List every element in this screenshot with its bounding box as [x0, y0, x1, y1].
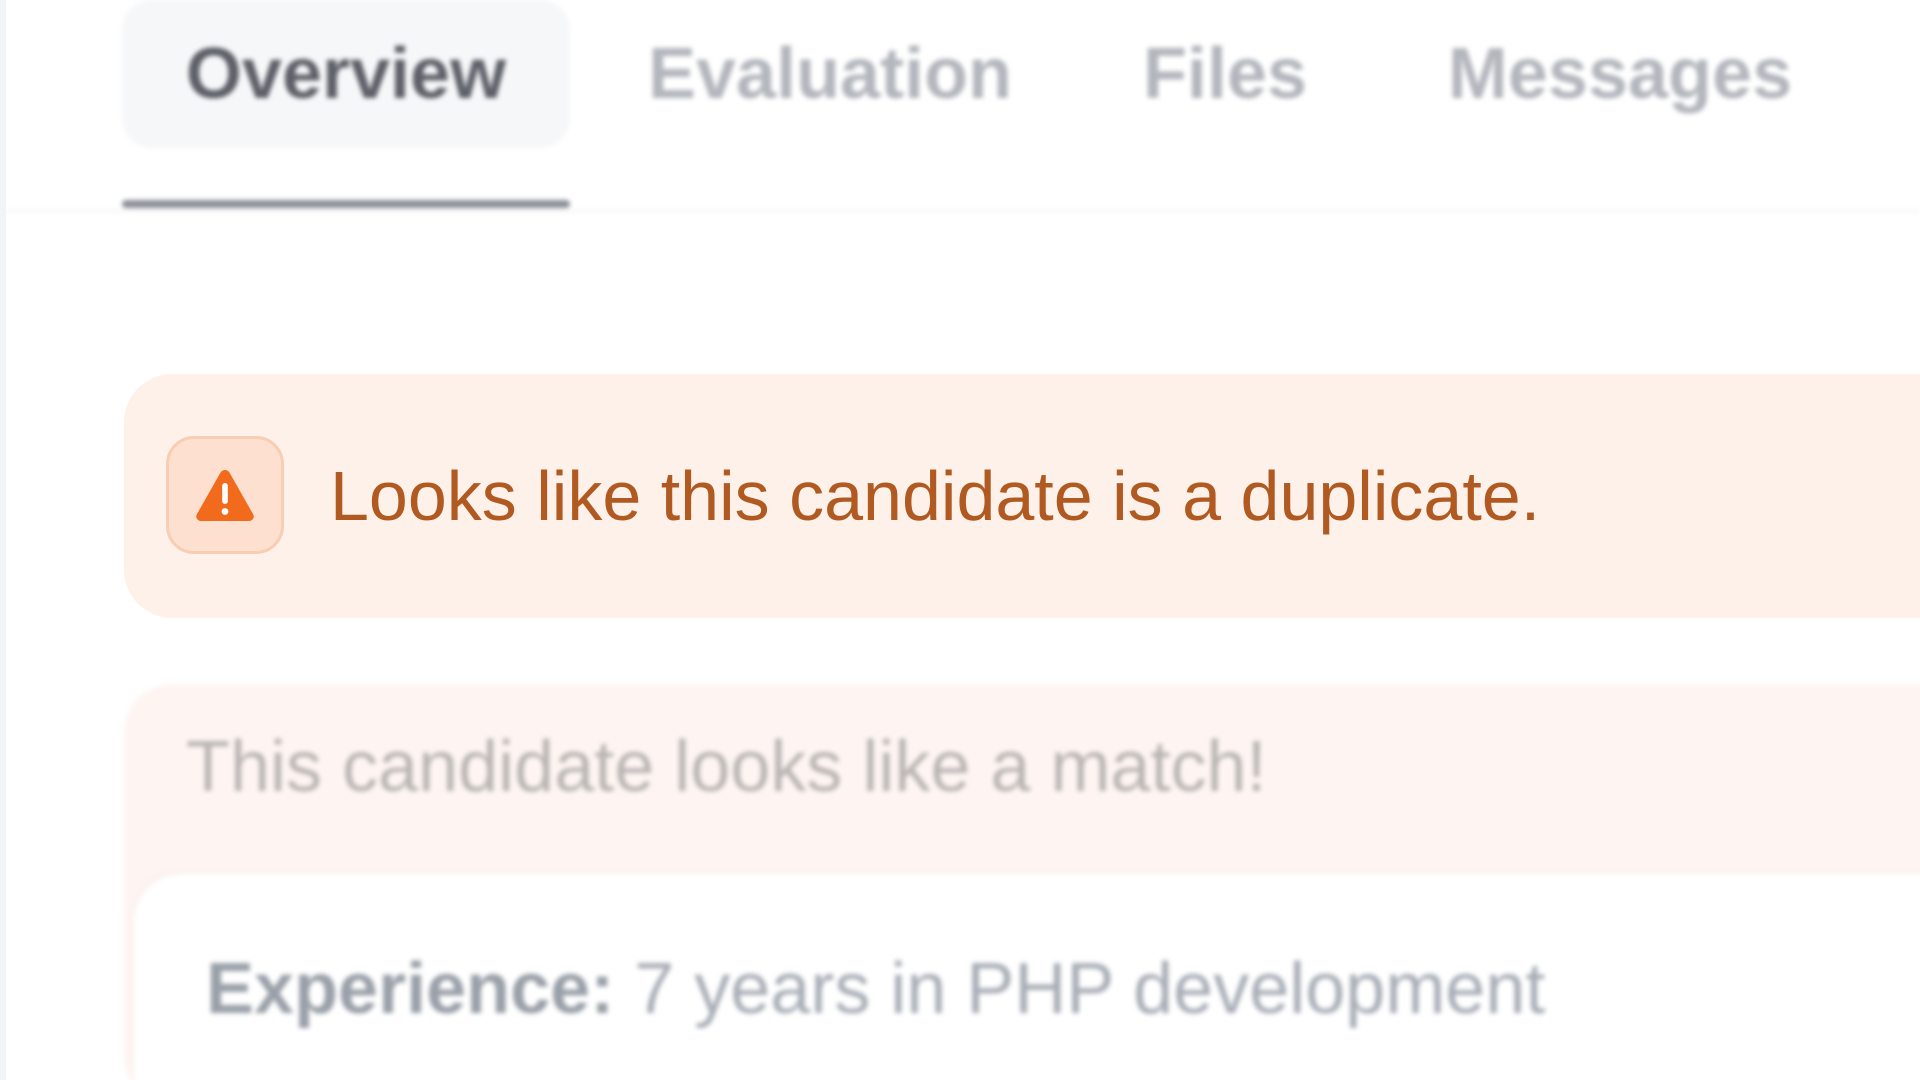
tab-overview-label: Overview — [185, 34, 507, 114]
duplicate-alert-message: Looks like this candidate is a duplicate… — [330, 457, 1541, 535]
tab-evaluation-label: Evaluation — [647, 34, 1013, 114]
match-card-title: This candidate looks like a match! — [186, 727, 1267, 807]
experience-value: 7 years in PHP development — [614, 949, 1546, 1029]
warning-icon-badge — [166, 436, 284, 554]
tab-bar: Overview Evaluation Files Messages — [0, 0, 1920, 212]
match-card: This candidate looks like a match! Exper… — [124, 684, 1920, 1080]
tab-files[interactable]: Files — [1120, 0, 1330, 148]
candidate-detail-page: Overview Evaluation Files Messages Looks… — [0, 0, 1920, 1080]
duplicate-alert: Looks like this candidate is a duplicate… — [124, 374, 1920, 618]
tab-overview[interactable]: Overview — [122, 0, 570, 148]
experience-row: Experience: 7 years in PHP development — [206, 948, 1545, 1030]
experience-label: Experience: — [206, 949, 615, 1029]
tab-files-label: Files — [1142, 34, 1308, 114]
tab-messages-label: Messages — [1447, 34, 1793, 114]
active-tab-indicator — [122, 200, 570, 208]
warning-triangle-icon — [196, 470, 254, 521]
tab-messages[interactable]: Messages — [1430, 0, 1810, 148]
tab-evaluation[interactable]: Evaluation — [630, 0, 1030, 148]
match-details-panel: Experience: 7 years in PHP development — [134, 874, 1920, 1080]
